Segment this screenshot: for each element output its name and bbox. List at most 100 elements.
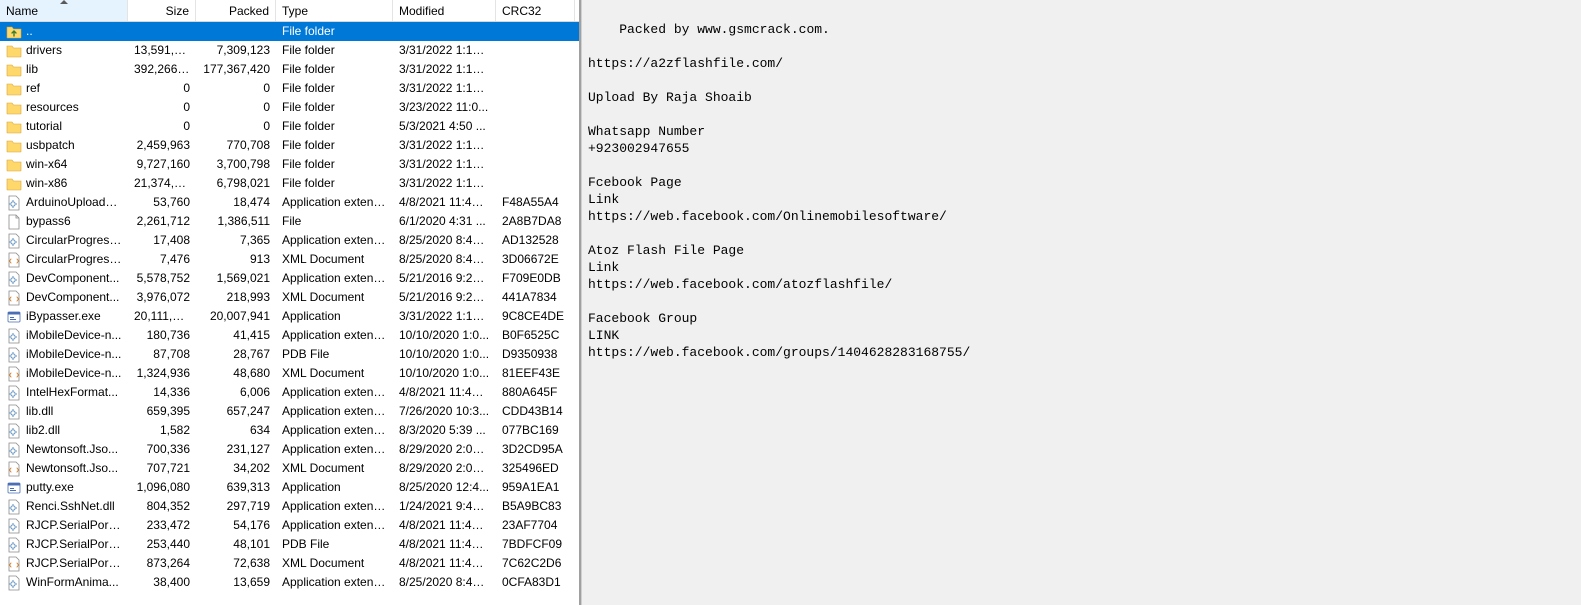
file-name: resources bbox=[26, 98, 79, 117]
column-header-crc[interactable]: CRC32 bbox=[496, 0, 575, 21]
table-row[interactable]: iBypasser.exe20,111,87220,007,941Applica… bbox=[0, 307, 579, 326]
cell-name: WinFormAnima... bbox=[0, 573, 128, 592]
cell-size: 1,582 bbox=[128, 421, 196, 440]
cell-packed: 639,313 bbox=[196, 478, 276, 497]
cell-crc bbox=[496, 60, 575, 79]
table-row[interactable]: lib.dll659,395657,247Application extens.… bbox=[0, 402, 579, 421]
cell-name: usbpatch bbox=[0, 136, 128, 155]
table-row[interactable]: iMobileDevice-n...87,70828,767PDB File10… bbox=[0, 345, 579, 364]
cell-packed: 657,247 bbox=[196, 402, 276, 421]
table-row[interactable]: tutorial00File folder5/3/2021 4:50 ... bbox=[0, 117, 579, 136]
cell-name: DevComponent... bbox=[0, 269, 128, 288]
table-row[interactable]: iMobileDevice-n...1,324,93648,680XML Doc… bbox=[0, 364, 579, 383]
column-header-row: Name Size Packed Type Modified CRC32 bbox=[0, 0, 579, 22]
cell-packed: 7,365 bbox=[196, 231, 276, 250]
cell-name: ArduinoUploade... bbox=[0, 193, 128, 212]
cell-crc bbox=[496, 98, 575, 117]
table-row[interactable]: ArduinoUploade...53,76018,474Application… bbox=[0, 193, 579, 212]
cell-size: 700,336 bbox=[128, 440, 196, 459]
cell-name: .. bbox=[0, 22, 128, 41]
table-row[interactable]: usbpatch2,459,963770,708File folder3/31/… bbox=[0, 136, 579, 155]
file-name: bypass6 bbox=[26, 212, 71, 231]
column-header-modified[interactable]: Modified bbox=[393, 0, 496, 21]
table-row[interactable]: bypass62,261,7121,386,511File6/1/2020 4:… bbox=[0, 212, 579, 231]
file-list-body[interactable]: ..File folderdrivers13,591,1157,309,123F… bbox=[0, 22, 579, 605]
table-row[interactable]: win-x649,727,1603,700,798File folder3/31… bbox=[0, 155, 579, 174]
dll-icon bbox=[6, 385, 22, 401]
cell-packed bbox=[196, 22, 276, 41]
table-row[interactable]: lib2.dll1,582634Application extens...8/3… bbox=[0, 421, 579, 440]
cell-name: RJCP.SerialPortS... bbox=[0, 554, 128, 573]
cell-packed: 634 bbox=[196, 421, 276, 440]
dll-icon bbox=[6, 271, 22, 287]
cell-name: Newtonsoft.Jso... bbox=[0, 459, 128, 478]
table-row[interactable]: CircularProgress...7,476913XML Document8… bbox=[0, 250, 579, 269]
table-row[interactable]: ref00File folder3/31/2022 1:13 ... bbox=[0, 79, 579, 98]
table-row[interactable]: Renci.SshNet.dll804,352297,719Applicatio… bbox=[0, 497, 579, 516]
cell-modified: 4/8/2021 11:42 ... bbox=[393, 193, 496, 212]
table-row[interactable]: CircularProgress...17,4087,365Applicatio… bbox=[0, 231, 579, 250]
cell-type: File folder bbox=[276, 79, 393, 98]
cell-size: 87,708 bbox=[128, 345, 196, 364]
cell-packed: 297,719 bbox=[196, 497, 276, 516]
cell-size: 0 bbox=[128, 117, 196, 136]
cell-type: File folder bbox=[276, 98, 393, 117]
cell-packed: 13,659 bbox=[196, 573, 276, 592]
table-row[interactable]: iMobileDevice-n...180,73641,415Applicati… bbox=[0, 326, 579, 345]
cell-packed: 6,006 bbox=[196, 383, 276, 402]
file-name: DevComponent... bbox=[26, 288, 119, 307]
cell-name: win-x64 bbox=[0, 155, 128, 174]
cell-name: lib.dll bbox=[0, 402, 128, 421]
cell-packed: 218,993 bbox=[196, 288, 276, 307]
cell-name: iBypasser.exe bbox=[0, 307, 128, 326]
table-row[interactable]: win-x8621,374,5516,798,021File folder3/3… bbox=[0, 174, 579, 193]
table-row[interactable]: Newtonsoft.Jso...707,72134,202XML Docume… bbox=[0, 459, 579, 478]
column-header-name[interactable]: Name bbox=[0, 0, 128, 21]
cell-size: 659,395 bbox=[128, 402, 196, 421]
table-row[interactable]: RJCP.SerialPortS...253,44048,101PDB File… bbox=[0, 535, 579, 554]
cell-modified: 8/25/2020 8:45 ... bbox=[393, 573, 496, 592]
column-header-label: Type bbox=[282, 0, 308, 22]
file-name: .. bbox=[26, 22, 33, 41]
column-header-size[interactable]: Size bbox=[128, 0, 196, 21]
table-row[interactable]: DevComponent...3,976,072218,993XML Docum… bbox=[0, 288, 579, 307]
cell-name: lib bbox=[0, 60, 128, 79]
table-row[interactable]: RJCP.SerialPortS...873,26472,638XML Docu… bbox=[0, 554, 579, 573]
folder-up-icon bbox=[6, 24, 22, 40]
dll-icon bbox=[6, 575, 22, 591]
cell-type: Application extens... bbox=[276, 193, 393, 212]
cell-modified: 4/8/2021 11:42 ... bbox=[393, 516, 496, 535]
cell-crc: 077BC169 bbox=[496, 421, 575, 440]
cell-packed: 41,415 bbox=[196, 326, 276, 345]
table-row[interactable]: DevComponent...5,578,7521,569,021Applica… bbox=[0, 269, 579, 288]
table-row[interactable]: lib392,266,667177,367,420File folder3/31… bbox=[0, 60, 579, 79]
cell-type: File folder bbox=[276, 41, 393, 60]
table-row[interactable]: resources00File folder3/23/2022 11:0... bbox=[0, 98, 579, 117]
table-row[interactable]: Newtonsoft.Jso...700,336231,127Applicati… bbox=[0, 440, 579, 459]
dll-icon bbox=[6, 328, 22, 344]
folder-icon bbox=[6, 157, 22, 173]
file-name: ref bbox=[26, 79, 40, 98]
column-header-type[interactable]: Type bbox=[276, 0, 393, 21]
file-name: WinFormAnima... bbox=[26, 573, 119, 592]
cell-name: win-x86 bbox=[0, 174, 128, 193]
folder-icon bbox=[6, 81, 22, 97]
table-row[interactable]: ..File folder bbox=[0, 22, 579, 41]
file-list-pane: Name Size Packed Type Modified CRC32 ..F… bbox=[0, 0, 581, 605]
cell-packed: 770,708 bbox=[196, 136, 276, 155]
preview-pane[interactable]: Packed by www.gsmcrack.com. https://a2zf… bbox=[581, 0, 1581, 605]
cell-type: PDB File bbox=[276, 535, 393, 554]
file-icon bbox=[6, 214, 22, 230]
table-row[interactable]: WinFormAnima...38,40013,659Application e… bbox=[0, 573, 579, 592]
column-header-packed[interactable]: Packed bbox=[196, 0, 276, 21]
table-row[interactable]: RJCP.SerialPortS...233,47254,176Applicat… bbox=[0, 516, 579, 535]
preview-text: Packed by www.gsmcrack.com. https://a2zf… bbox=[588, 22, 970, 360]
folder-icon bbox=[6, 119, 22, 135]
table-row[interactable]: putty.exe1,096,080639,313Application8/25… bbox=[0, 478, 579, 497]
exe-icon bbox=[6, 480, 22, 496]
table-row[interactable]: drivers13,591,1157,309,123File folder3/3… bbox=[0, 41, 579, 60]
cell-size: 2,459,963 bbox=[128, 136, 196, 155]
cell-size: 21,374,551 bbox=[128, 174, 196, 193]
cell-crc bbox=[496, 174, 575, 193]
table-row[interactable]: IntelHexFormat...14,3366,006Application … bbox=[0, 383, 579, 402]
